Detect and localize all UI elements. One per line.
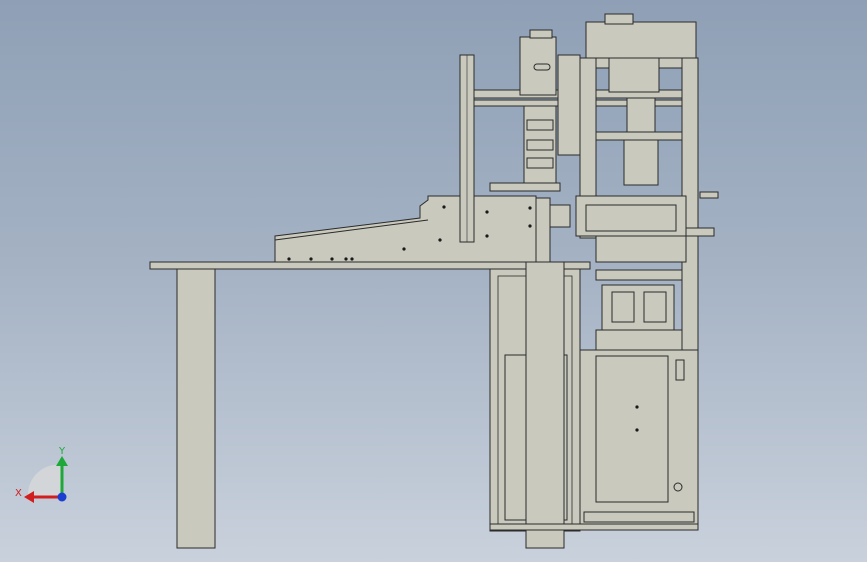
hole [344,257,348,261]
feed-chute [274,195,537,263]
table-right-leg [525,261,565,549]
machine-assembly [149,13,719,549]
hole [350,257,354,261]
gripper-upper [626,97,656,133]
chute-clamp [549,204,571,228]
cylinder-band-2 [526,139,554,151]
triad-y-label: Y [58,446,66,457]
lower-bracket [595,269,683,281]
chute-end-block [535,197,551,263]
hole [287,257,291,261]
hole [442,205,446,209]
upper-cover [585,21,697,59]
hole [309,257,313,261]
side-screw [699,191,719,199]
motor-block [608,57,660,93]
right-cabinet-door [595,355,669,503]
lower-clamp-left [611,291,635,323]
cabinet-hinge [675,359,685,381]
hole [485,210,489,214]
cylinder-band-1 [526,119,554,131]
cylinder-slot [533,63,551,71]
side-lever [685,227,715,237]
press-base [595,235,687,263]
cabinet-bottom-beam [583,511,695,523]
hole [528,224,532,228]
frame-mid-beam [595,131,683,141]
triad-y-arrow [56,456,68,466]
machine-front-view[interactable]: Y X [0,0,867,562]
lower-plate [595,329,683,351]
cylinder-cap [529,29,553,39]
table-left-leg [176,268,216,549]
hole [635,428,639,432]
hole [438,238,442,242]
actuator-side-bar [557,54,581,156]
axis-triad: Y X [15,446,68,503]
hole [402,247,406,251]
hole [330,257,334,261]
hole [485,234,489,238]
hole [528,206,532,210]
lower-clamp-right [643,291,667,323]
cad-viewport[interactable]: Y X [0,0,867,562]
triad-z-axis [57,492,67,502]
actuator-bracket [489,182,561,192]
triad-x-label: X [15,488,22,499]
hole [635,405,639,409]
table-top [149,261,591,270]
cylinder-band-3 [526,157,554,169]
upper-cover-tab [604,13,634,25]
base-rail [489,523,699,531]
press-jaw [585,204,677,232]
gripper-lower [623,139,659,186]
